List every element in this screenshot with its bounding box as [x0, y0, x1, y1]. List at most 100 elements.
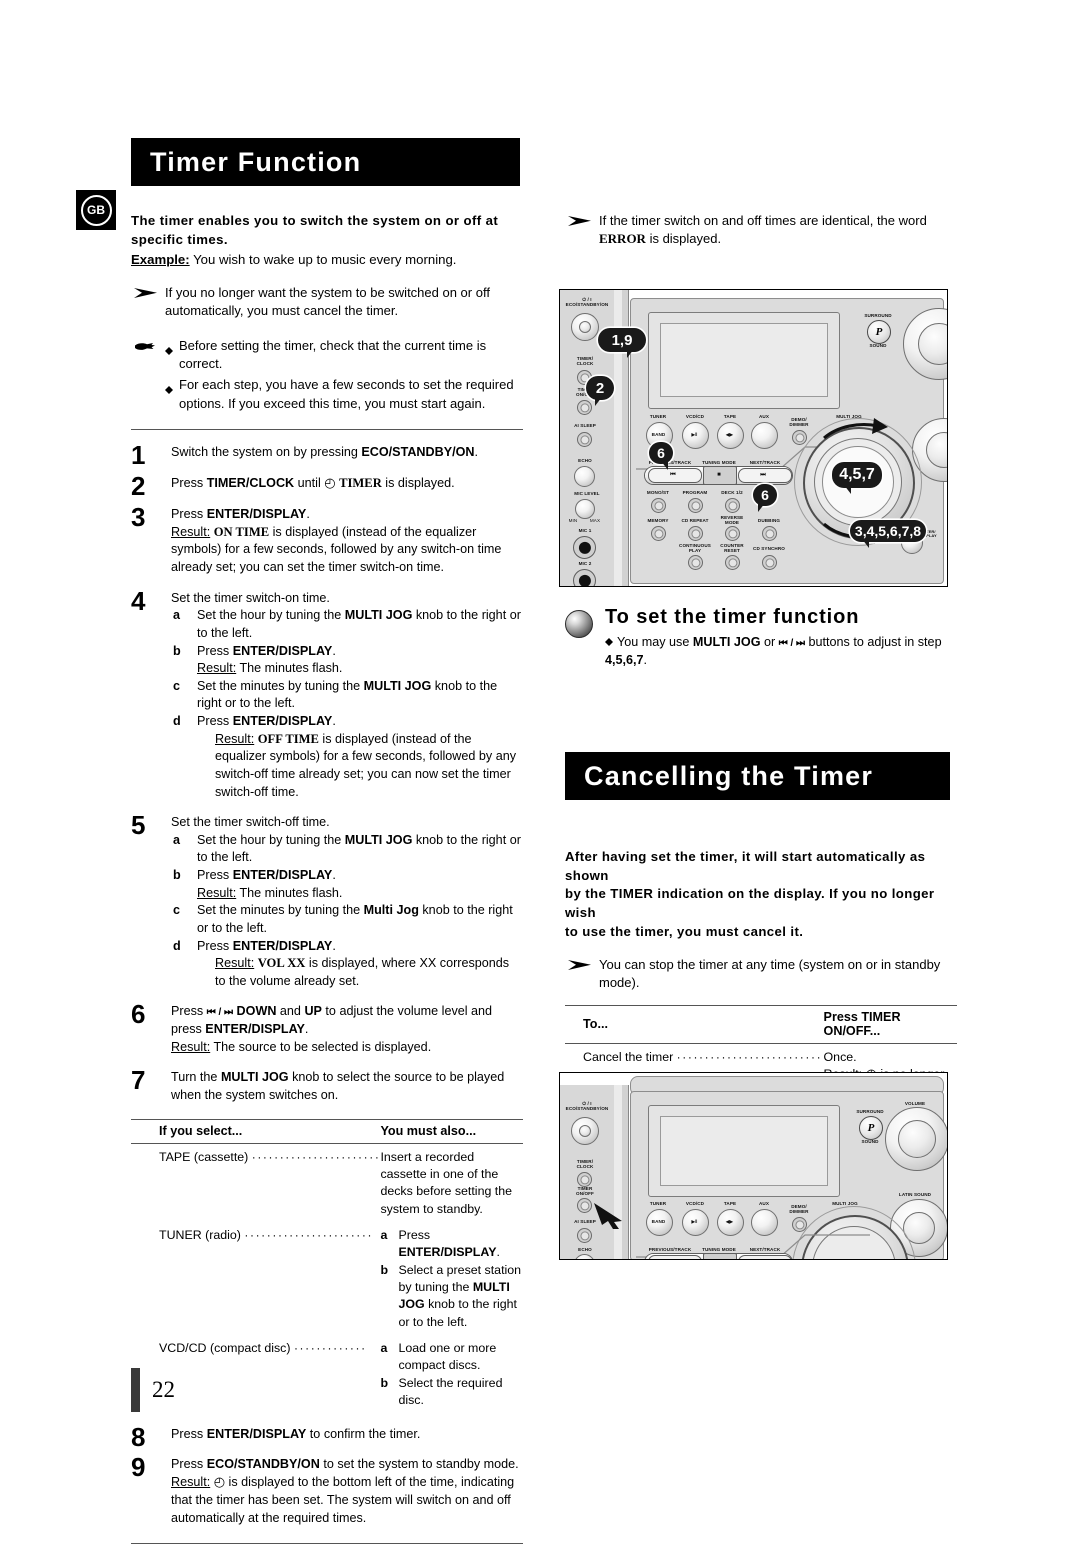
- timer-on-off-button[interactable]: [577, 400, 592, 415]
- step-4b-bold: ENTER/DISPLAY: [232, 643, 333, 658]
- step-5a-bold: MULTI JOG: [344, 832, 413, 847]
- tuning-mode-stop-button[interactable]: [703, 1253, 737, 1259]
- surround-sound-button[interactable]: P: [867, 320, 891, 344]
- step-5b-t2: .: [332, 868, 336, 883]
- source-row-2-label: TUNER (radio): [159, 1227, 241, 1242]
- callout-6-next: 6: [753, 484, 777, 512]
- ai-sleep-button[interactable]: [577, 1228, 592, 1243]
- step-4b-t1: Press: [197, 643, 233, 658]
- callout-2-text: 2: [595, 379, 605, 397]
- source-row-2-item-a: a Press ENTER/DISPLAY.: [380, 1227, 523, 1262]
- step-2-text-a: Press: [171, 475, 207, 490]
- source-table-col-1: If you select...: [159, 1123, 243, 1138]
- timer-clock-label: TIMER/ CLOCK: [576, 1159, 594, 1170]
- program-button[interactable]: [688, 498, 703, 513]
- surround-label-bottom: SOUND: [861, 1139, 879, 1144]
- step-4a-letter: a: [173, 608, 181, 623]
- next-track-label: NEXT/TRACK: [749, 1247, 781, 1252]
- step-4b-result-text: The minutes flash.: [236, 661, 343, 676]
- ai-sleep-button[interactable]: [577, 432, 592, 447]
- subheading-bullet: You may use MULTI JOG or ⏮ / ⏭ buttons t…: [605, 634, 997, 670]
- item-text-2: .: [496, 1245, 500, 1260]
- item-text-1: Press: [398, 1227, 431, 1242]
- previous-track-button[interactable]: [648, 1255, 702, 1259]
- callout-4-5-7-text: 4,5,7: [839, 466, 875, 483]
- tuner-label: TUNER: [649, 414, 667, 419]
- section-title-timer-function: Timer Function: [150, 146, 362, 177]
- mic-level-knob[interactable]: [575, 499, 595, 519]
- tuner-band-glyph: BAND: [651, 432, 666, 437]
- cancelling-lead-line2: by the TIMER indication on the display. …: [565, 886, 935, 921]
- pointing-hand-icon: [135, 342, 155, 350]
- memory-button[interactable]: [651, 526, 666, 541]
- echo-label: ECHO: [578, 458, 592, 463]
- aux-button[interactable]: [751, 1209, 778, 1236]
- step-4d-t1: Press: [197, 714, 233, 729]
- item-letter: b: [380, 1375, 389, 1390]
- deck-1-2-button[interactable]: [725, 498, 740, 513]
- step-9-line: Press ECO/STANDBY/ON to set the system t…: [171, 1456, 523, 1474]
- note-error-message: If the timer switch on and off times are…: [565, 212, 957, 249]
- note-cancel-timer: If you no longer want the system to be s…: [131, 284, 523, 321]
- step-5d-result: Result: VOL XX is displayed, where XX co…: [197, 955, 523, 990]
- step-6-bold-b: UP: [304, 1004, 322, 1019]
- play-pause-icon: ▶‖: [691, 432, 698, 437]
- step-5a-t1: Set the hour by tuning the: [197, 832, 345, 847]
- mono-st-button[interactable]: [651, 498, 666, 513]
- step-3-number: 3: [131, 502, 146, 533]
- mic-1-label: MIC 1: [578, 528, 592, 533]
- step-5b-letter: b: [173, 868, 181, 883]
- step-7-number: 7: [131, 1065, 146, 1096]
- tuner-band-glyph: BAND: [651, 1219, 666, 1224]
- cd-synchro-button[interactable]: [762, 555, 777, 570]
- cd-repeat-button[interactable]: [688, 526, 703, 541]
- timer-on-off-button[interactable]: [577, 1198, 592, 1213]
- mic-level-max-label: MAX: [589, 518, 601, 523]
- next-track-button[interactable]: [738, 1255, 792, 1259]
- example-text: You wish to wake up to music every morni…: [189, 252, 457, 268]
- step-5a: a Set the hour by tuning the MULTI JOG kn…: [171, 832, 523, 867]
- subheading-bullet-b: or: [760, 635, 779, 649]
- next-track-icon: ⏭: [760, 472, 766, 478]
- timer-clock-button[interactable]: [577, 1172, 592, 1187]
- step-7-text-a: Turn the: [171, 1070, 221, 1085]
- cancel-row-1-label: Cancel the timer: [583, 1049, 674, 1064]
- step-5-title: Set the timer switch-off time.: [171, 815, 330, 830]
- right-column: If the timer switch on and off times are…: [565, 212, 957, 249]
- mic-2-jack[interactable]: [573, 569, 596, 586]
- source-row-3-item-b: b Select the required disc.: [380, 1375, 523, 1410]
- echo-knob[interactable]: [574, 466, 595, 487]
- program-label: PROGRAM: [682, 490, 708, 495]
- step-6-text-a: Press: [171, 1004, 207, 1019]
- step-5: 5 Set the timer switch-off time. a Set th…: [131, 810, 523, 990]
- mic-1-jack[interactable]: [573, 536, 596, 559]
- step-4b-letter: b: [173, 643, 181, 658]
- source-table-row: TAPE (cassette) ······················· …: [131, 1143, 523, 1222]
- step-6-text-c: .: [304, 1022, 309, 1037]
- step-3-text-b: .: [306, 507, 310, 522]
- cancelling-lead-line3: to use the timer, you must cancel it.: [565, 923, 804, 939]
- step-3-result-bold: ON TIME: [213, 524, 270, 539]
- step-4d-t2: .: [332, 714, 336, 729]
- step-7-bold-a: MULTI JOG: [220, 1070, 289, 1085]
- step-5b: b Press ENTER/DISPLAY. Result: The minute…: [171, 867, 523, 902]
- source-row-2-item-b: b Select a preset station by tuning the M…: [380, 1262, 523, 1331]
- dubbing-button[interactable]: [762, 526, 777, 541]
- ai-sleep-label: AI SLEEP: [574, 423, 596, 428]
- cancelling-table-col-1: To...: [583, 1016, 608, 1031]
- echo-label: ECHO: [578, 1247, 592, 1252]
- display-screen: [660, 1116, 828, 1186]
- counter-reset-button[interactable]: [725, 555, 740, 570]
- ai-sleep-label: AI SLEEP: [574, 1219, 596, 1224]
- callout-3-4-5-6-7-8: 3,4,5,6,7,8: [850, 520, 926, 548]
- step-4a: a Set the hour by tuning the MULTI JOG kn…: [171, 607, 523, 642]
- reverse-mode-button[interactable]: [725, 526, 740, 541]
- step-5d-letter: d: [173, 938, 181, 953]
- intro-lead-line2: specific times.: [131, 231, 228, 247]
- step-6-number: 6: [131, 999, 146, 1030]
- surround-sound-button[interactable]: P: [859, 1116, 883, 1140]
- left-column: The timer enables you to switch the syst…: [131, 212, 523, 1544]
- source-table-row: VCD/CD (compact disc) ············· a Loa…: [131, 1335, 523, 1413]
- continuous-play-button[interactable]: [688, 555, 703, 570]
- note-stop-timer-text: You can stop the timer at any time (syst…: [599, 956, 941, 991]
